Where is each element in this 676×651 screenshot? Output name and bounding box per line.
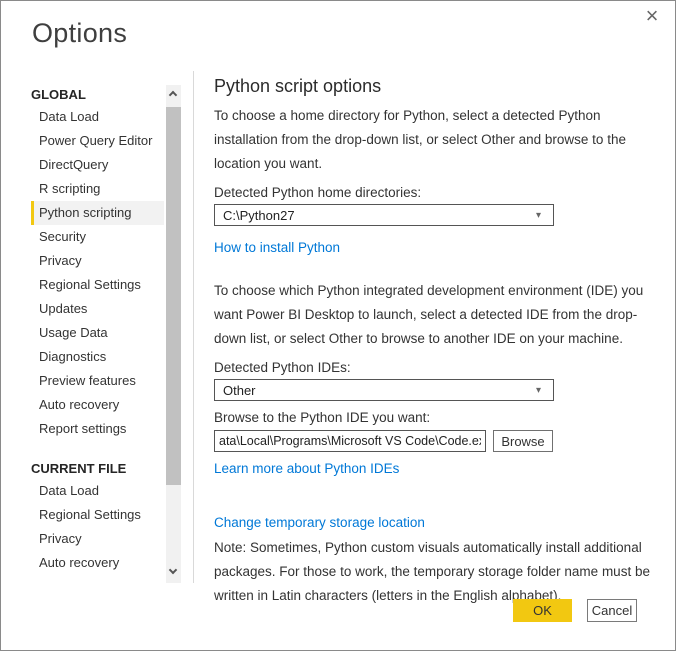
sidebar-item-data-load[interactable]: Data Load <box>31 105 164 129</box>
sidebar-item-power-query-editor[interactable]: Power Query Editor <box>31 129 164 153</box>
sidebar-item-cf-privacy[interactable]: Privacy <box>31 527 164 551</box>
home-directories-dropdown[interactable]: C:\Python27 ▾ <box>214 204 554 226</box>
cancel-button[interactable]: Cancel <box>587 599 637 622</box>
options-sidebar: GLOBAL Data Load Power Query Editor Dire… <box>31 85 164 575</box>
how-to-install-python-link[interactable]: How to install Python <box>214 240 340 255</box>
browse-row: Browse <box>214 430 666 452</box>
sidebar-item-directquery[interactable]: DirectQuery <box>31 153 164 177</box>
change-temp-storage-link[interactable]: Change temporary storage location <box>214 515 425 530</box>
sidebar-item-report-settings[interactable]: Report settings <box>31 417 164 441</box>
sidebar-item-updates[interactable]: Updates <box>31 297 164 321</box>
browse-button[interactable]: Browse <box>493 430 553 452</box>
sidebar-item-python-scripting[interactable]: Python scripting <box>31 201 164 225</box>
sidebar-item-usage-data[interactable]: Usage Data <box>31 321 164 345</box>
detected-ides-label: Detected Python IDEs: <box>214 360 666 375</box>
close-icon[interactable]: × <box>639 3 665 29</box>
sidebar-item-cf-data-load[interactable]: Data Load <box>31 479 164 503</box>
scrollbar-thumb[interactable] <box>166 107 181 485</box>
home-directories-label: Detected Python home directories: <box>214 185 666 200</box>
sidebar-item-auto-recovery[interactable]: Auto recovery <box>31 393 164 417</box>
sidebar-item-regional-settings[interactable]: Regional Settings <box>31 273 164 297</box>
ide-description: To choose which Python integrated develo… <box>214 279 666 351</box>
sidebar-section-current-file: CURRENT FILE <box>31 459 164 479</box>
sidebar-section-global: GLOBAL <box>31 85 164 105</box>
options-dialog: Options × GLOBAL Data Load Power Query E… <box>0 0 676 651</box>
ok-button[interactable]: OK <box>513 599 572 622</box>
storage-note: Note: Sometimes, Python custom visuals a… <box>214 536 666 608</box>
sidebar-scrollbar[interactable] <box>166 85 181 583</box>
scroll-down-icon[interactable] <box>166 565 181 581</box>
sidebar-divider <box>193 71 194 583</box>
dialog-title: Options <box>32 18 127 49</box>
scroll-up-icon[interactable] <box>166 87 181 103</box>
chevron-down-icon <box>169 566 177 574</box>
home-directory-description: To choose a home directory for Python, s… <box>214 104 666 176</box>
ide-path-input[interactable] <box>214 430 486 452</box>
dropdown-caret-icon: ▾ <box>536 210 541 221</box>
detected-ides-dropdown[interactable]: Other ▾ <box>214 379 554 401</box>
dropdown-caret-icon: ▾ <box>536 385 541 396</box>
sidebar-item-diagnostics[interactable]: Diagnostics <box>31 345 164 369</box>
sidebar-item-cf-auto-recovery[interactable]: Auto recovery <box>31 551 164 575</box>
sidebar-item-cf-regional-settings[interactable]: Regional Settings <box>31 503 164 527</box>
python-script-options-panel: Python script options To choose a home d… <box>214 71 666 608</box>
sidebar-item-privacy[interactable]: Privacy <box>31 249 164 273</box>
detected-ides-value: Other <box>223 383 536 398</box>
sidebar-item-r-scripting[interactable]: R scripting <box>31 177 164 201</box>
home-directories-value: C:\Python27 <box>223 208 536 223</box>
sidebar-item-security[interactable]: Security <box>31 225 164 249</box>
chevron-up-icon <box>169 91 177 99</box>
page-title: Python script options <box>214 76 666 97</box>
browse-ide-label: Browse to the Python IDE you want: <box>214 410 666 425</box>
sidebar-item-preview-features[interactable]: Preview features <box>31 369 164 393</box>
learn-more-python-ides-link[interactable]: Learn more about Python IDEs <box>214 461 399 476</box>
